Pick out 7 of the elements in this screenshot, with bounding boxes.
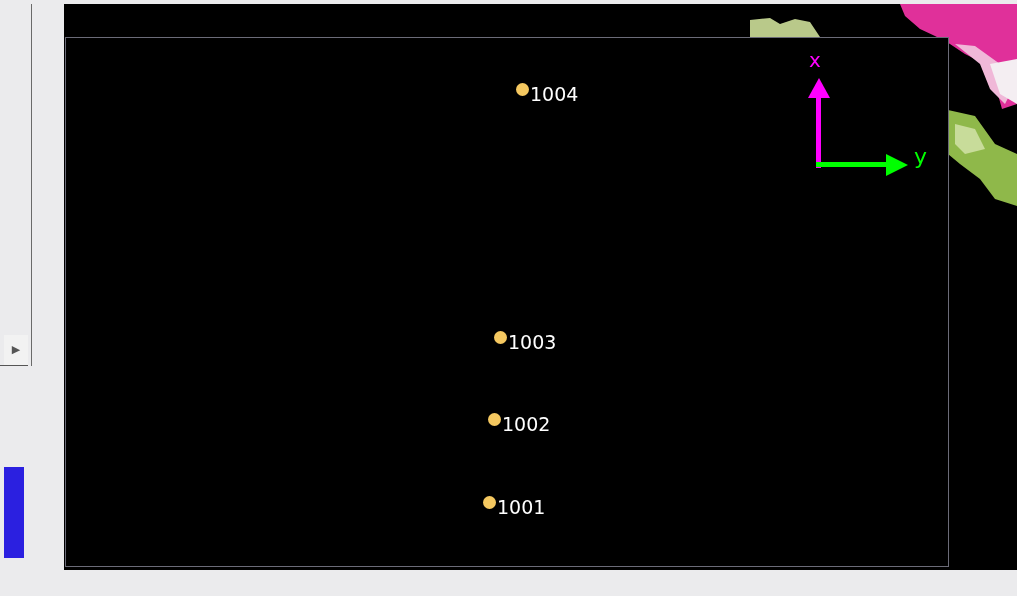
point-label: 1001 [497,498,546,517]
axis-x-label: x [809,50,821,70]
point-label: 1003 [508,333,557,352]
axis-y-label: y [914,146,928,168]
point-label: 1002 [502,415,551,434]
expand-button[interactable]: ▶ [4,335,28,365]
point-label: 1004 [530,85,579,104]
